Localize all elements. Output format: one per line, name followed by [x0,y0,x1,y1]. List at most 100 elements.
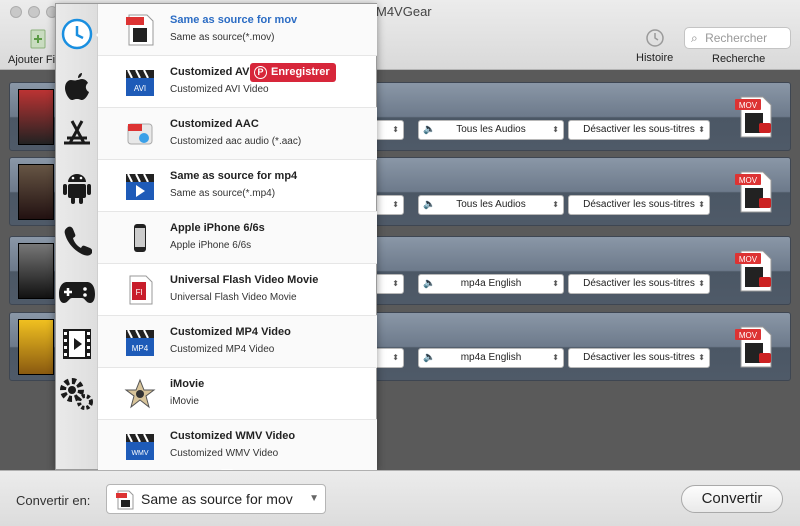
search-placeholder: Rechercher [705,31,768,45]
chevron-updown-icon: ⬍ [392,200,399,209]
minimize-button[interactable] [28,6,40,18]
wmv-format-icon: WMV [126,433,154,460]
chevron-updown-icon: ⬍ [392,279,399,288]
movie-thumbnail [18,89,54,145]
add-file-icon [30,29,46,49]
close-button[interactable] [10,6,22,18]
audio-select[interactable]: 🔈 Tous les Audios ⬍ [418,120,564,140]
bottom-bar: Convertir en: Same as source for mov ▼ C… [0,470,800,526]
chevron-updown-icon: ⬍ [392,353,399,362]
mov-file-icon[interactable]: MOV [735,170,775,214]
mov-file-icon[interactable]: MOV [735,249,775,293]
appstore-icon [64,120,90,145]
chevron-updown-icon: ⬍ [698,125,705,134]
format-item[interactable]: iMovie iMovie [98,368,377,420]
speaker-icon: 🔈 [423,199,436,210]
chevron-updown-icon: ⬍ [552,353,559,362]
category-apple[interactable] [59,64,95,108]
category-settings[interactable] [59,372,95,416]
format-title: Apple iPhone 6/6s [170,222,265,234]
format-subtitle: Customized MP4 Video [170,344,275,355]
add-file-button[interactable]: Ajouter Fi [8,28,55,66]
pinterest-save-button[interactable]: P Enregistrer [250,63,336,82]
avi-format-icon: AVI [126,69,154,96]
format-item[interactable]: Fl Universal Flash Video Movie Universal… [98,264,377,316]
format-title: Customized WMV Video [170,430,296,442]
format-item[interactable]: Apple iPhone 6/6s Apple iPhone 6/6s [98,212,377,264]
chevron-updown-icon: ⬍ [698,279,705,288]
history-label: Histoire [636,52,674,64]
format-item[interactable]: Same as source for mp4 Same as source(*.… [98,160,377,212]
mov-file-icon[interactable]: MOV [735,95,775,139]
search-label: Recherche [712,53,766,65]
subtitle-select[interactable]: Désactiver les sous-titres ⬍ [568,195,710,215]
imovie-icon [124,378,156,409]
movie-thumbnail [18,243,54,299]
format-subtitle: iMovie [170,396,199,407]
chevron-updown-icon: ⬍ [392,125,399,134]
speaker-icon: 🔈 [423,352,436,363]
search-icon: ⌕ [691,31,698,45]
mp4-format-icon: MP4 [126,329,154,356]
audio-select[interactable]: 🔈 Tous les Audios ⬍ [418,195,564,215]
iphone-icon [134,224,146,252]
audio-select[interactable]: 🔈 mp4a English ⬍ [418,274,564,294]
svg-text:Fl: Fl [136,288,143,297]
speaker-icon: 🔈 [423,278,436,289]
output-format-select[interactable]: Same as source for mov ▼ [106,484,326,514]
category-android[interactable] [59,166,95,210]
chevron-updown-icon: ⬍ [698,200,705,209]
video-icon [63,329,91,359]
format-item[interactable]: Same as source for mov Same as source(*.… [98,4,377,56]
subtitle-select[interactable]: Désactiver les sous-titres ⬍ [568,348,710,368]
convert-to-label: Convertir en: [16,493,91,508]
subtitle-value: Désactiver les sous-titres [583,124,695,135]
search-input[interactable]: ⌕ Rechercher [684,27,791,49]
mp4-format-icon [126,173,154,200]
format-title: Customized AVI [170,66,253,78]
chevron-updown-icon: ⬍ [698,353,705,362]
format-subtitle: Universal Flash Video Movie [170,292,297,303]
format-item[interactable]: WMV Customized WMV Video Customized WMV … [98,420,377,472]
category-phone[interactable] [59,218,95,262]
speaker-icon: 🔈 [423,124,436,135]
category-game[interactable] [59,270,95,314]
category-clock[interactable] [59,12,95,56]
audio-select[interactable]: 🔈 mp4a English ⬍ [418,348,564,368]
audio-value: Tous les Audios [456,199,526,210]
subtitle-select[interactable]: Désactiver les sous-titres ⬍ [568,274,710,294]
category-appstore[interactable] [59,112,95,156]
android-icon [63,174,91,204]
format-title: Universal Flash Video Movie [170,274,319,286]
audio-value: mp4a English [460,352,522,363]
format-subtitle: Customized AVI Video [170,84,269,95]
chevron-updown-icon: ⬍ [552,125,559,134]
flv-format-icon: Fl [129,275,153,305]
svg-text:AVI: AVI [134,84,146,93]
svg-text:WMV: WMV [131,450,148,457]
chevron-updown-icon: ⬍ [552,200,559,209]
mov-label: MOV [739,255,758,264]
mov-format-icon [126,14,154,46]
mov-label: MOV [739,176,758,185]
format-subtitle: Apple iPhone 6/6s [170,240,252,251]
mov-file-icon[interactable]: MOV [735,325,775,369]
format-subtitle: Customized aac audio (*.aac) [170,136,302,147]
category-video[interactable] [59,322,95,366]
history-button[interactable]: Histoire [636,28,673,64]
pinterest-icon: P [254,66,267,79]
movie-thumbnail [18,319,54,375]
format-item[interactable]: MP4 Customized MP4 Video Customized MP4 … [98,316,377,368]
convert-button[interactable]: Convertir [681,485,783,513]
format-title: Customized AAC [170,118,259,130]
format-title: Same as source for mov [170,14,298,26]
subtitle-value: Désactiver les sous-titres [583,352,695,363]
apple-icon [65,73,89,100]
format-item[interactable]: Customized AAC Customized aac audio (*.a… [98,108,377,160]
subtitle-value: Désactiver les sous-titres [583,199,695,210]
subtitle-select[interactable]: Désactiver les sous-titres ⬍ [568,120,710,140]
window-title: M4VGear [376,4,432,19]
mov-format-icon [116,490,134,510]
add-file-label: Ajouter Fi [8,54,56,66]
svg-text:MP4: MP4 [132,344,149,353]
